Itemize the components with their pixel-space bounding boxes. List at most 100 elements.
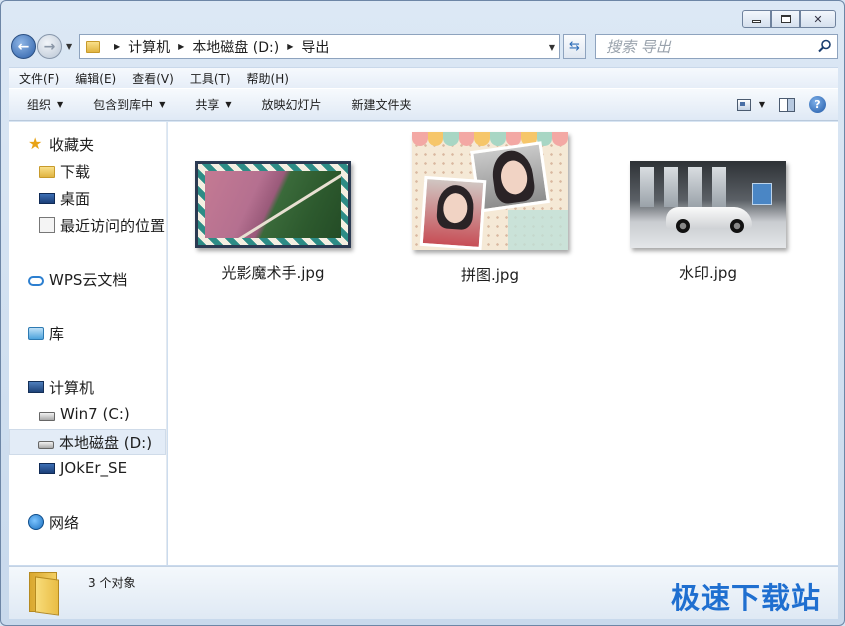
nav-computer-label: 计算机 xyxy=(49,378,95,397)
site-watermark: 极速下载站 xyxy=(671,581,822,615)
drive-icon xyxy=(39,462,55,474)
nav-item-recent-places[interactable]: 最近访问的位置 xyxy=(39,214,165,236)
nav-favorites-label: 收藏夹 xyxy=(49,135,95,154)
close-icon: ✕ xyxy=(813,12,823,26)
share-button[interactable]: 共享 ▼ xyxy=(195,96,231,113)
help-button[interactable]: ? xyxy=(809,96,826,113)
library-icon xyxy=(28,326,44,340)
organize-label: 组织 xyxy=(27,98,52,112)
change-view-button[interactable]: ▼ xyxy=(736,98,765,111)
breadcrumb-export[interactable]: 导出 xyxy=(301,37,329,57)
details-pane: 3 个对象 极速下载站 xyxy=(9,566,838,619)
close-button[interactable]: ✕ xyxy=(800,10,836,28)
nav-item-label: Win7 (C:) xyxy=(60,405,130,423)
search-placeholder: 搜索 导出 xyxy=(606,38,671,56)
explorer-window: ✕ ← → ▼ ▶ 计算机 ▶ 本地磁盘 (D:) ▶ 导出 ▼ ⇆ 搜索 导出… xyxy=(0,0,845,626)
address-history-dropdown[interactable]: ▼ xyxy=(549,43,555,52)
file-item[interactable]: 光影魔术手.jpg xyxy=(173,161,373,283)
back-button[interactable]: ← xyxy=(11,34,36,59)
nav-wps-cloud[interactable]: WPS云文档 xyxy=(28,268,127,290)
menu-edit[interactable]: 编辑(E) xyxy=(75,70,116,87)
computer-icon xyxy=(28,381,44,393)
menu-bar: 文件(F) 编辑(E) 查看(V) 工具(T) 帮助(H) xyxy=(9,67,838,88)
nav-item-desktop[interactable]: 桌面 xyxy=(39,187,90,209)
search-input[interactable]: 搜索 导出 xyxy=(595,34,838,59)
refresh-button[interactable]: ⇆ xyxy=(563,34,586,59)
menu-file[interactable]: 文件(F) xyxy=(19,70,59,87)
hard-drive-icon xyxy=(38,440,54,449)
nav-libraries-label: 库 xyxy=(49,324,65,343)
menu-tools[interactable]: 工具(T) xyxy=(190,70,231,87)
command-bar: 组织 ▼ 包含到库中 ▼ 共享 ▼ 放映幻灯片 新建文件夹 ▼ ? xyxy=(9,88,838,121)
chevron-down-icon: ▼ xyxy=(225,100,232,109)
preview-pane-toggle[interactable] xyxy=(779,97,795,112)
new-folder-label: 新建文件夹 xyxy=(351,98,412,112)
nav-libraries[interactable]: 库 xyxy=(28,322,64,344)
nav-item-downloads[interactable]: 下载 xyxy=(39,160,90,182)
nav-item-label: 本地磁盘 (D:) xyxy=(59,433,153,452)
address-bar[interactable]: ▶ 计算机 ▶ 本地磁盘 (D:) ▶ 导出 ▼ xyxy=(79,34,560,59)
file-thumbnail xyxy=(195,161,351,248)
file-thumbnail xyxy=(412,132,568,250)
caption-buttons: ✕ xyxy=(742,10,836,28)
forward-arrow-icon: → xyxy=(43,38,56,55)
nav-item-drive-c[interactable]: Win7 (C:) xyxy=(39,403,130,425)
star-icon: ★ xyxy=(28,134,43,153)
recent-places-icon xyxy=(39,217,55,233)
view-icon xyxy=(736,98,751,111)
breadcrumb-drive-d[interactable]: 本地磁盘 (D:) xyxy=(192,37,279,57)
nav-item-joker-se[interactable]: JOkEr_SE xyxy=(39,457,127,479)
navigation-pane: ★ 收藏夹 下载 桌面 最近访问的位置 WPS云文档 库 计算机 Win7 (C… xyxy=(9,122,167,565)
folder-icon xyxy=(86,40,100,53)
nav-item-drive-d[interactable]: 本地磁盘 (D:) xyxy=(9,429,166,455)
slideshow-label: 放映幻灯片 xyxy=(261,98,322,112)
include-in-library-label: 包含到库中 xyxy=(93,98,154,112)
nav-item-label: JOkEr_SE xyxy=(60,459,128,477)
organize-button[interactable]: 组织 ▼ xyxy=(27,96,63,113)
desktop-icon xyxy=(39,192,55,204)
forward-button[interactable]: → xyxy=(37,34,62,59)
maximize-icon xyxy=(780,15,791,23)
item-count: 3 个对象 xyxy=(88,576,136,590)
include-in-library-button[interactable]: 包含到库中 ▼ xyxy=(93,96,165,113)
file-item[interactable]: 水印.jpg xyxy=(608,161,808,283)
new-folder-button[interactable]: 新建文件夹 xyxy=(352,96,412,113)
file-name: 光影魔术手.jpg xyxy=(221,264,325,282)
nav-item-label: 桌面 xyxy=(60,189,91,208)
nav-item-label: 下载 xyxy=(60,162,91,181)
file-thumbnail xyxy=(630,161,786,248)
file-name: 水印.jpg xyxy=(679,264,737,282)
search-icon[interactable] xyxy=(817,38,833,54)
folder-icon xyxy=(29,572,65,616)
chevron-down-icon: ▼ xyxy=(57,100,64,109)
chevron-right-icon[interactable]: ▶ xyxy=(114,42,120,51)
recent-pages-dropdown[interactable]: ▼ xyxy=(66,42,72,51)
chevron-right-icon[interactable]: ▶ xyxy=(287,42,293,51)
menu-view[interactable]: 查看(V) xyxy=(132,70,174,87)
breadcrumb-computer[interactable]: 计算机 xyxy=(128,37,170,57)
nav-network-label: 网络 xyxy=(49,513,80,532)
chevron-down-icon: ▼ xyxy=(758,100,765,109)
nav-network[interactable]: 网络 xyxy=(28,511,79,533)
nav-wps-label: WPS云文档 xyxy=(49,270,128,289)
nav-item-label: 最近访问的位置 xyxy=(60,216,166,235)
windows-drive-icon xyxy=(39,412,55,421)
share-label: 共享 xyxy=(195,98,220,112)
command-bar-right: ▼ ? xyxy=(736,96,826,113)
nav-computer[interactable]: 计算机 xyxy=(28,376,94,398)
maximize-button[interactable] xyxy=(771,10,800,28)
slideshow-button[interactable]: 放映幻灯片 xyxy=(262,96,322,113)
file-item[interactable]: 拼图.jpg xyxy=(390,132,590,285)
network-icon xyxy=(28,514,44,530)
refresh-icon: ⇆ xyxy=(569,39,580,54)
nav-favorites[interactable]: ★ 收藏夹 xyxy=(28,133,94,155)
menu-help[interactable]: 帮助(H) xyxy=(247,70,289,87)
file-name: 拼图.jpg xyxy=(461,266,519,284)
minimize-button[interactable] xyxy=(742,10,771,28)
file-list: 光影魔术手.jpg 拼图.jpg 水印.jpg xyxy=(168,122,838,565)
chevron-right-icon[interactable]: ▶ xyxy=(178,42,184,51)
cloud-icon xyxy=(28,275,44,286)
back-arrow-icon: ← xyxy=(17,38,30,55)
navigation-bar: ← → ▼ ▶ 计算机 ▶ 本地磁盘 (D:) ▶ 导出 ▼ ⇆ 搜索 导出 xyxy=(9,33,838,61)
download-folder-icon xyxy=(39,166,55,178)
